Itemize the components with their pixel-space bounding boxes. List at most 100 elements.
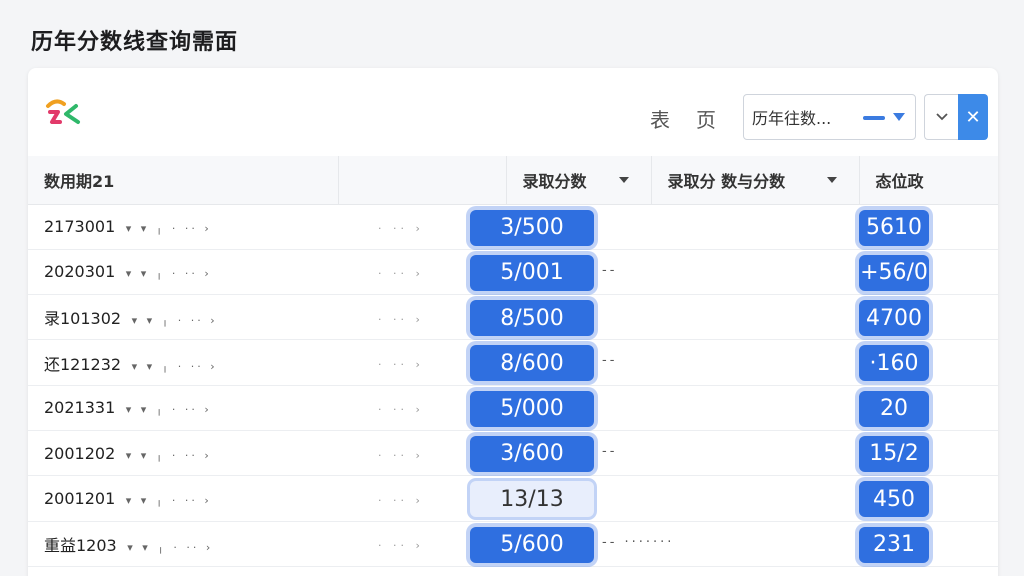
cell-score: 8/500 bbox=[470, 294, 651, 341]
col-header-blank bbox=[338, 156, 507, 205]
cell-id: 2001202 ▾ ▾ ╷ · ·· › bbox=[28, 430, 338, 477]
score-pill[interactable]: 3/500 bbox=[470, 209, 594, 246]
select-indicator bbox=[863, 116, 885, 120]
sort-caret-icon[interactable] bbox=[618, 177, 629, 183]
results-card: 表 页 历年往数... ✕ 数用期21 录取分数 录取分 数与分数 态位政 21… bbox=[28, 68, 998, 576]
cell-id: 2020301 ▾ ▾ ╷ · ·· › bbox=[28, 249, 338, 296]
col-header-rank[interactable]: 态位政 bbox=[859, 156, 998, 205]
row-controls-icon[interactable]: ▾ ▾ ╷ · ·· › bbox=[119, 449, 212, 462]
toolbar: 表 页 历年往数... ✕ bbox=[28, 68, 998, 156]
row-id: 2001201 bbox=[44, 488, 116, 508]
rank-pill[interactable]: 4700 bbox=[859, 300, 929, 337]
cell-rank: ·160 bbox=[859, 339, 998, 386]
row-controls-icon[interactable]: ▾ ▾ ╷ · ·· › bbox=[119, 494, 212, 507]
rank-pill[interactable]: ·160 bbox=[859, 345, 929, 382]
table-row[interactable]: 2173001 ▾ ▾ ╷ · ·· › · ·· › 3/500 5610 bbox=[28, 204, 998, 250]
cell-rank: 450 bbox=[859, 475, 998, 522]
score-pill[interactable]: 5/000 bbox=[470, 390, 594, 427]
col-header-score-diff[interactable]: 录取分 数与分数 bbox=[651, 156, 860, 205]
col-header-score[interactable]: 录取分数 bbox=[506, 156, 652, 205]
cell-score: 5/001 -- bbox=[470, 249, 651, 296]
table-row[interactable]: 2001202 ▾ ▾ ╷ · ·· › · ·· › 3/600 -- 15/2 bbox=[28, 430, 998, 477]
cell-score-diff bbox=[651, 385, 859, 431]
table-row[interactable]: 2001201 ▾ ▾ ╷ · ·· › · ·· › 13/13 450 bbox=[28, 475, 998, 522]
table-row[interactable]: 2020301 ▾ ▾ ╷ · ·· › · ·· › 5/001 -- +56/0 bbox=[28, 249, 998, 296]
close-button[interactable]: ✕ bbox=[958, 94, 988, 140]
rank-pill[interactable]: 450 bbox=[859, 481, 929, 518]
row-id: 2021331 bbox=[44, 398, 116, 418]
chevron-down-icon bbox=[935, 113, 948, 121]
table-row[interactable]: 2021331 ▾ ▾ ╷ · ·· › · ·· › 5/000 20 bbox=[28, 385, 998, 431]
row-controls-icon[interactable]: ▾ ▾ ╷ · ·· › bbox=[125, 360, 218, 373]
row-id: 还121232 bbox=[44, 354, 122, 374]
cell-rank: 20 bbox=[859, 385, 998, 431]
col-header-score-diff-label: 录取分 数与分数 bbox=[667, 171, 786, 191]
cell-score: 8/600 -- bbox=[470, 339, 651, 386]
cell-rank: 231 bbox=[859, 521, 998, 567]
dots-icon: · ·· › bbox=[378, 222, 424, 236]
score-pill[interactable]: 13/13 bbox=[470, 481, 594, 518]
score-pill[interactable]: 5/600 bbox=[470, 526, 594, 563]
cell-id: 录101302 ▾ ▾ ╷ · ·· › bbox=[28, 294, 338, 341]
score-dash: -- bbox=[602, 443, 618, 459]
row-controls-icon[interactable]: ▾ ▾ ╷ · ·· › bbox=[121, 541, 214, 554]
row-controls-icon[interactable]: ▾ ▾ ╷ · ·· › bbox=[119, 403, 212, 416]
page-title: 历年分数线查询需面 bbox=[31, 30, 239, 55]
score-table: 数用期21 录取分数 录取分 数与分数 态位政 2173001 ▾ ▾ ╷ · … bbox=[28, 156, 998, 567]
row-id: 重益1203 bbox=[44, 535, 117, 555]
score-pill[interactable]: 8/500 bbox=[470, 300, 594, 337]
cell-rank: 4700 bbox=[859, 294, 998, 341]
row-id: 2001202 bbox=[44, 443, 116, 463]
score-dash: -- bbox=[602, 262, 618, 278]
row-controls-icon[interactable]: ▾ ▾ ╷ · ·· › bbox=[119, 267, 212, 280]
cell-id: 还121232 ▾ ▾ ╷ · ·· › bbox=[28, 339, 338, 386]
dots-icon: · ·· › bbox=[378, 539, 424, 553]
table-row[interactable]: 录101302 ▾ ▾ ╷ · ·· › · ·· › 8/500 4700 bbox=[28, 294, 998, 341]
col-header-score-label: 录取分数 bbox=[522, 171, 587, 191]
logo-icon bbox=[46, 99, 80, 124]
table-header-row: 数用期21 录取分数 录取分 数与分数 态位政 bbox=[28, 156, 998, 205]
dots-icon: · ·· › bbox=[378, 358, 424, 372]
dots-icon: · ·· › bbox=[378, 267, 424, 281]
score-pill[interactable]: 5/001 bbox=[470, 254, 594, 291]
toolbar-label-page: 页 bbox=[696, 108, 716, 132]
row-id: 录101302 bbox=[44, 309, 122, 329]
dots-icon: · ·· › bbox=[378, 493, 424, 507]
row-controls-icon[interactable]: ▾ ▾ ╷ · ·· › bbox=[119, 222, 212, 235]
score-pill[interactable]: 3/600 bbox=[470, 435, 594, 472]
year-select[interactable]: 历年往数... bbox=[743, 94, 916, 140]
cell-id: 重益1203 ▾ ▾ ╷ · ·· › bbox=[28, 521, 338, 567]
rank-pill[interactable]: 15/2 bbox=[859, 435, 929, 472]
score-dash: -- bbox=[602, 353, 618, 369]
cell-rank: 5610 bbox=[859, 204, 998, 250]
cell-score-diff bbox=[651, 521, 859, 567]
rank-pill[interactable]: 5610 bbox=[859, 209, 929, 246]
cell-score-diff bbox=[651, 475, 859, 522]
table-row[interactable]: 重益1203 ▾ ▾ ╷ · ·· › · ·· › 5/600 -- ······… bbox=[28, 521, 998, 567]
rank-pill[interactable]: 231 bbox=[859, 526, 929, 563]
sort-caret-icon[interactable] bbox=[826, 177, 837, 183]
cell-score-diff bbox=[651, 339, 859, 386]
row-controls-icon[interactable]: ▾ ▾ ╷ · ·· › bbox=[125, 314, 218, 327]
cell-score-diff bbox=[651, 430, 859, 477]
cell-id: 2021331 ▾ ▾ ╷ · ·· › bbox=[28, 385, 338, 431]
cell-id: 2173001 ▾ ▾ ╷ · ·· › bbox=[28, 204, 338, 250]
cell-score: 5/600 -- ······· bbox=[470, 521, 671, 567]
cell-score: 3/500 bbox=[470, 204, 651, 250]
score-pill[interactable]: 8/600 bbox=[470, 345, 594, 382]
cell-score: 5/000 bbox=[470, 385, 651, 431]
cell-rank: +56/0 bbox=[859, 249, 998, 296]
cell-rank: 15/2 bbox=[859, 430, 998, 477]
row-id: 2020301 bbox=[44, 262, 116, 282]
caret-down-icon bbox=[893, 113, 905, 121]
expand-button[interactable] bbox=[924, 94, 958, 140]
col-header-id[interactable]: 数用期21 bbox=[28, 156, 339, 205]
year-select-value: 历年往数... bbox=[752, 109, 832, 128]
table-row[interactable]: 还121232 ▾ ▾ ╷ · ·· › · ·· › 8/600 -- ·160 bbox=[28, 339, 998, 386]
toolbar-label-table: 表 bbox=[650, 108, 670, 132]
dots-icon: · ·· › bbox=[378, 312, 424, 326]
rank-pill[interactable]: +56/0 bbox=[859, 254, 929, 291]
dots-icon: · ·· › bbox=[378, 403, 424, 417]
cell-score-diff bbox=[651, 204, 859, 250]
rank-pill[interactable]: 20 bbox=[859, 390, 929, 427]
